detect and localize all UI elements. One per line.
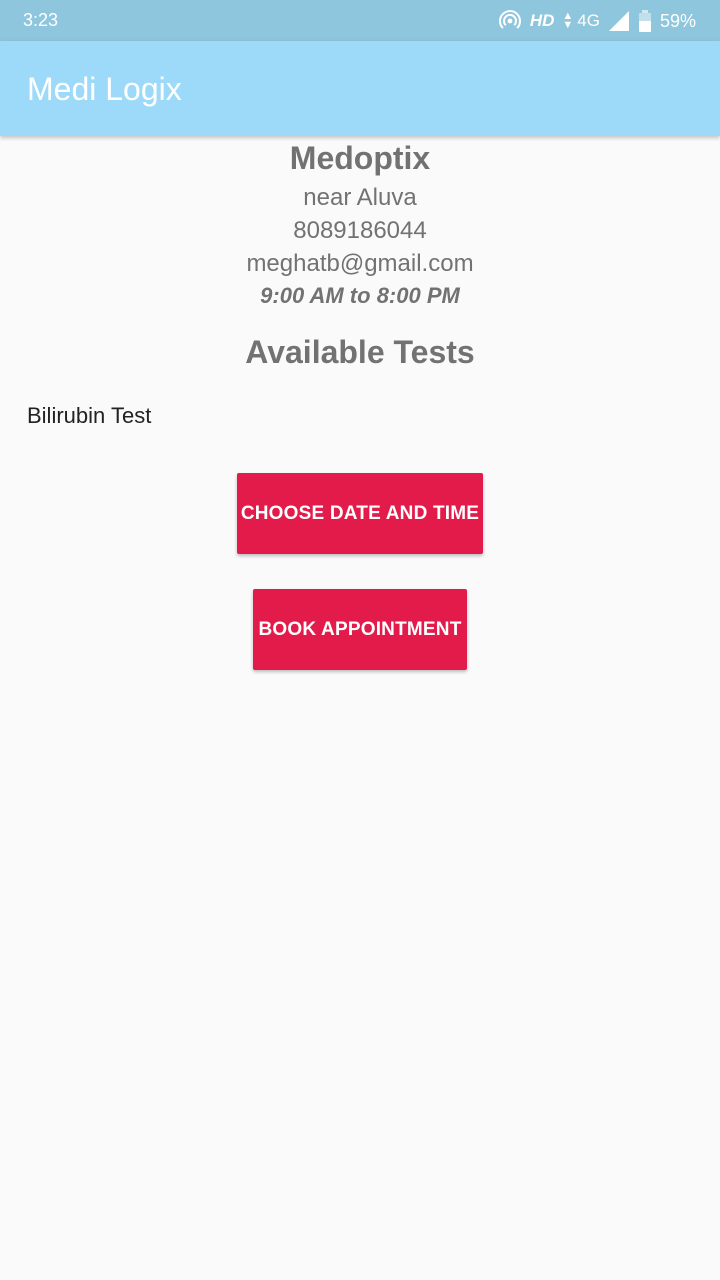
lab-hours: 9:00 AM to 8:00 PM <box>260 283 460 308</box>
lab-details: Medoptix near Aluva 8089186044 meghatb@g… <box>0 136 720 1280</box>
available-tests-heading: Available Tests <box>245 334 475 370</box>
choose-date-time-button[interactable]: CHOOSE DATE AND TIME <box>237 473 483 554</box>
status-bar: 3:23 HD ▲ ▼ 4G 59% <box>0 0 720 41</box>
lab-location: near Aluva <box>303 184 417 211</box>
lab-name: Medoptix <box>289 140 431 176</box>
signal-icon <box>608 10 630 32</box>
app-title: Medi Logix <box>27 71 182 107</box>
hotspot-icon <box>498 9 522 33</box>
app-bar: Medi Logix <box>0 41 720 136</box>
book-appointment-button[interactable]: BOOK APPOINTMENT <box>253 589 467 670</box>
network-label: HD <box>529 11 555 30</box>
network-type: 4G <box>577 11 600 30</box>
data-arrows-icon: ▲ ▼ <box>562 10 574 31</box>
battery-percent: 59% <box>659 10 696 31</box>
test-item-bilirubin: Bilirubin Test <box>27 403 152 428</box>
status-icons: HD ▲ ▼ 4G 59% <box>498 8 696 34</box>
lab-phone: 8089186044 <box>293 217 427 244</box>
battery-icon <box>638 10 652 32</box>
lab-email: meghatb@gmail.com <box>246 250 474 277</box>
status-time: 3:23 <box>23 10 59 30</box>
